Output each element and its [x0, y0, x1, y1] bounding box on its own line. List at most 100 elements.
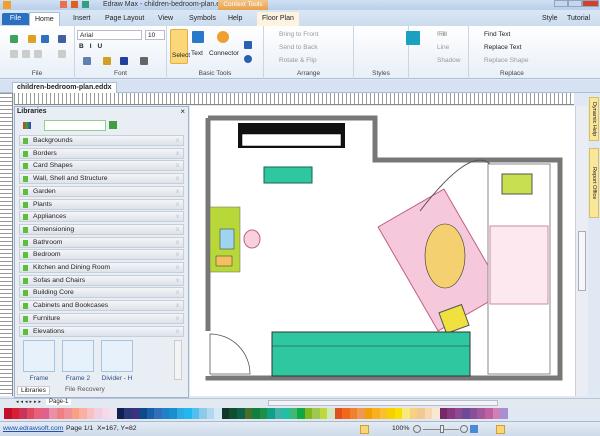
- library-category[interactable]: Furniture x: [19, 312, 184, 324]
- page-navigation-buttons[interactable]: ◂◂◂▸▸▸: [16, 399, 43, 405]
- color-swatch[interactable]: [19, 408, 27, 419]
- vertical-scrollbar[interactable]: [575, 106, 588, 396]
- color-swatch[interactable]: [236, 408, 245, 419]
- library-category[interactable]: Dimensioning x: [19, 223, 184, 235]
- color-swatch[interactable]: [49, 408, 57, 419]
- close-category-icon[interactable]: x: [176, 263, 179, 273]
- library-category[interactable]: Appliances x: [19, 211, 184, 223]
- close-category-icon[interactable]: x: [176, 212, 179, 222]
- color-swatch[interactable]: [71, 408, 80, 419]
- close-category-icon[interactable]: x: [176, 314, 179, 324]
- tab-file-recovery[interactable]: File Recovery: [65, 386, 105, 393]
- color-swatch[interactable]: [229, 408, 237, 419]
- horizontal-scrollbar[interactable]: [268, 400, 498, 406]
- color-swatch[interactable]: [447, 408, 455, 419]
- color-swatch[interactable]: [387, 408, 395, 419]
- color-swatch[interactable]: [432, 408, 440, 419]
- close-category-icon[interactable]: x: [176, 327, 179, 337]
- tab-libraries[interactable]: Libraries: [17, 386, 50, 395]
- color-swatch[interactable]: [304, 408, 313, 419]
- text-tool-icon[interactable]: [192, 31, 204, 43]
- library-category[interactable]: Kitchen and Dining Room x: [19, 262, 184, 273]
- tab-file[interactable]: File: [2, 13, 29, 25]
- color-swatch[interactable]: [26, 408, 35, 419]
- dynamic-help-tab[interactable]: Dynamic Help: [589, 97, 599, 141]
- report-office-tab[interactable]: Report Office: [589, 148, 599, 218]
- color-swatch[interactable]: [274, 408, 283, 419]
- find-text-button[interactable]: Find Text: [484, 31, 510, 38]
- select-button[interactable]: Select: [170, 29, 190, 64]
- close-category-icon[interactable]: x: [176, 161, 179, 171]
- close-category-icon[interactable]: x: [176, 288, 179, 298]
- ppt-export-icon[interactable]: [71, 1, 78, 8]
- close-button[interactable]: [582, 0, 599, 7]
- website-link[interactable]: www.edrawsoft.com: [3, 422, 63, 436]
- library-category[interactable]: Plants x: [19, 198, 184, 210]
- fit-page-icon[interactable]: [470, 425, 478, 433]
- zoom-in-icon[interactable]: [460, 425, 468, 433]
- library-category[interactable]: Sofas and Chairs x: [19, 274, 184, 286]
- library-category[interactable]: Wall, Shell and Structure x: [19, 173, 184, 185]
- shape-frame[interactable]: [23, 340, 55, 372]
- copy-icon[interactable]: [22, 50, 30, 58]
- full-screen-icon[interactable]: [496, 425, 505, 434]
- close-category-icon[interactable]: x: [176, 149, 179, 159]
- library-category[interactable]: Building Core x: [19, 287, 184, 299]
- replace-shape-button[interactable]: Replace Shape: [484, 57, 528, 64]
- color-swatch[interactable]: [146, 408, 155, 419]
- paste-icon[interactable]: [34, 50, 42, 58]
- color-swatch[interactable]: [462, 408, 470, 419]
- library-category[interactable]: Cabinets and Bookcases x: [19, 300, 184, 312]
- color-swatch[interactable]: [319, 408, 328, 419]
- color-swatch[interactable]: [161, 408, 170, 419]
- bring-to-front-button[interactable]: Bring to Front: [279, 31, 318, 38]
- color-swatch[interactable]: [214, 408, 222, 419]
- color-swatch[interactable]: [417, 408, 425, 419]
- color-swatch[interactable]: [4, 408, 12, 419]
- replace-text-button[interactable]: Replace Text: [484, 44, 521, 51]
- color-swatch[interactable]: [252, 408, 260, 419]
- color-swatch[interactable]: [154, 408, 162, 419]
- color-swatch[interactable]: [131, 408, 140, 419]
- library-category[interactable]: Garden x: [19, 185, 184, 197]
- cut-icon[interactable]: [10, 50, 18, 58]
- color-swatch[interactable]: [312, 408, 320, 419]
- color-swatch[interactable]: [86, 408, 95, 419]
- color-swatch[interactable]: [424, 408, 433, 419]
- close-category-icon[interactable]: x: [176, 250, 179, 260]
- close-category-icon[interactable]: x: [176, 238, 179, 248]
- color-swatch[interactable]: [485, 408, 493, 419]
- close-category-icon[interactable]: x: [176, 200, 179, 210]
- font-style-buttons[interactable]: BIU: [79, 43, 108, 50]
- font-size-select[interactable]: 10: [145, 30, 165, 40]
- align-icon[interactable]: [140, 57, 148, 65]
- new-icon[interactable]: [10, 35, 18, 43]
- library-category[interactable]: Borders x: [19, 147, 184, 159]
- library-search-input[interactable]: [44, 120, 106, 131]
- color-swatch[interactable]: [244, 408, 253, 419]
- format-painter-icon[interactable]: [58, 50, 66, 58]
- color-swatch[interactable]: [492, 408, 501, 419]
- color-swatch[interactable]: [379, 408, 388, 419]
- connector-label[interactable]: Connector: [209, 50, 239, 57]
- library-category[interactable]: Card Shapes x: [19, 160, 184, 172]
- tab-help[interactable]: Help: [223, 12, 247, 26]
- page-tab[interactable]: Page-1: [46, 399, 72, 405]
- color-swatch[interactable]: [364, 408, 373, 419]
- shape-divider-h[interactable]: [101, 340, 133, 372]
- close-category-icon[interactable]: x: [176, 174, 179, 184]
- color-swatch[interactable]: [327, 408, 335, 419]
- close-category-icon[interactable]: x: [176, 225, 179, 235]
- ellipse-icon[interactable]: [244, 55, 252, 63]
- tab-view[interactable]: View: [153, 12, 178, 26]
- minimize-button[interactable]: [554, 0, 568, 7]
- color-swatch[interactable]: [124, 408, 132, 419]
- zoom-slider-thumb[interactable]: [440, 425, 444, 433]
- color-swatch[interactable]: [439, 408, 448, 419]
- color-swatch[interactable]: [477, 408, 485, 419]
- font-name-select[interactable]: Arial: [77, 30, 142, 40]
- library-category[interactable]: Bathroom x: [19, 236, 184, 248]
- font-color-icon[interactable]: [120, 57, 128, 65]
- tutorial-menu[interactable]: Tutorial: [562, 12, 595, 26]
- color-swatch[interactable]: [372, 408, 380, 419]
